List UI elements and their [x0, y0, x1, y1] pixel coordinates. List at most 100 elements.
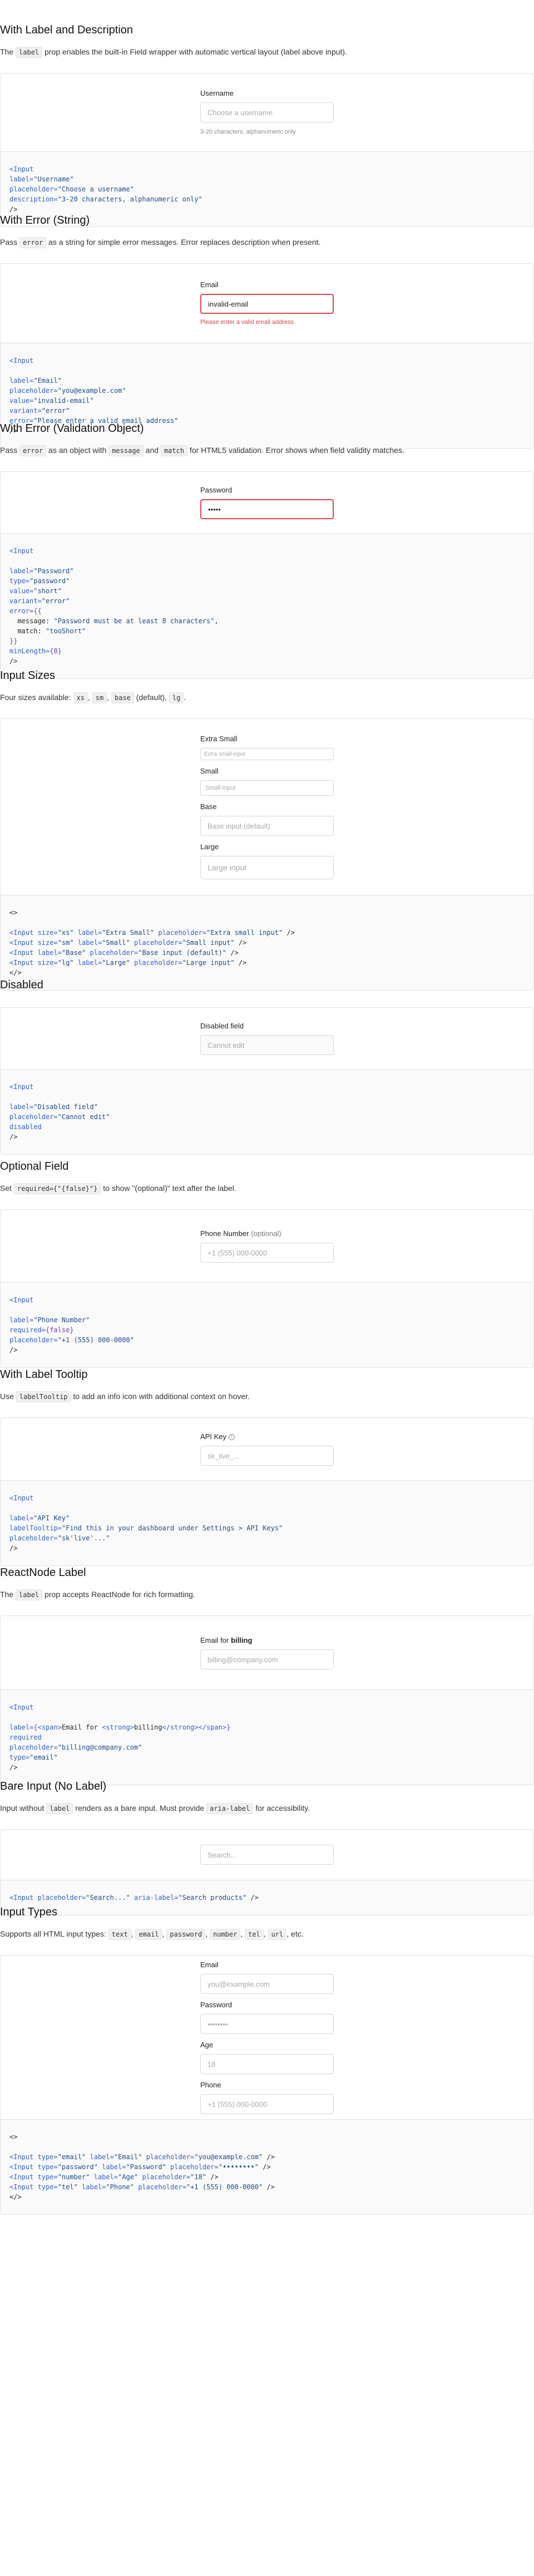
code-line: variant="error" [9, 406, 525, 416]
code-token: Email for [61, 1723, 102, 1731]
description-text: Use [0, 1392, 16, 1401]
code-line: value="invalid-email" [9, 396, 525, 406]
text-input[interactable] [200, 1035, 334, 1055]
description-text: renders as a bare input. Must provide [73, 1804, 207, 1812]
code-line: labelTooltip="Find this in your dashboar… [9, 1523, 525, 1533]
code-token: /> [9, 1133, 18, 1141]
description-text: for accessibility. [253, 1804, 310, 1812]
form-field: Email for billing [200, 1636, 334, 1669]
inline-code: lg [169, 692, 184, 703]
info-icon[interactable]: i [228, 1434, 235, 1440]
code-token: /> [238, 959, 247, 967]
field-label: Large [200, 843, 334, 851]
code-token: disabled [9, 1123, 42, 1131]
text-input[interactable] [200, 2054, 334, 2074]
inline-code: password [166, 1929, 206, 1940]
text-input[interactable] [200, 1649, 334, 1669]
section-title: Input Sizes [0, 669, 55, 682]
label-text: Disabled field [200, 1022, 244, 1030]
code-token: type= [37, 2153, 58, 2161]
description-text: . [184, 693, 186, 702]
text-input[interactable] [200, 294, 334, 314]
code-token: {false} [46, 1326, 74, 1334]
section-title: Disabled [0, 979, 43, 991]
code-token: "email" [29, 1754, 58, 1761]
code-line: <Input type="email" label="Email" placeh… [9, 2152, 525, 2162]
section-description: Use labelTooltip to add an info icon wit… [0, 1390, 534, 1403]
text-input[interactable] [200, 1446, 334, 1466]
code-token: "Base input (default)" [138, 949, 231, 957]
field-stack: Email Password Age Phone [200, 1961, 334, 2114]
code-line: placeholder="Cannot edit" [9, 1112, 525, 1122]
code-token: <strong> [102, 1723, 134, 1731]
section-error-string: With Error (String) Pass error as a strin… [0, 213, 534, 449]
field-label: Phone [200, 2081, 334, 2090]
text-input[interactable] [200, 102, 334, 122]
code-line: placeholder="+1 (555) 000-0000" [9, 1335, 525, 1345]
text-input[interactable] [200, 1243, 334, 1263]
section-reactnode: ReactNode Label The label prop accepts Re… [0, 1565, 534, 1785]
section-disabled: Disabled Disabled field <Input label="Disa… [0, 977, 534, 1155]
field-label: Extra Small [200, 735, 334, 743]
code-line: }} [9, 636, 525, 646]
code-line: <Input [9, 1493, 525, 1503]
section-bare: Bare Input (No Label) Input without label… [0, 1779, 534, 1915]
description-text: , etc. [286, 1929, 304, 1938]
form-field: Small [200, 767, 334, 796]
code-token: placeholder= [158, 929, 207, 937]
form-field: Password [200, 2001, 334, 2034]
code-token: <Input [9, 929, 38, 937]
code-line: message: "Password must be at least 8 ch… [9, 616, 525, 626]
code-line: /> [9, 1345, 525, 1355]
description-text: as a string for simple error messages. E… [46, 238, 321, 247]
text-input[interactable] [200, 2094, 334, 2114]
code-token: /> [250, 1894, 259, 1902]
label-text: Phone Number [200, 1229, 249, 1238]
code-token: "Small" [102, 939, 134, 947]
code-line: label="API Key" [9, 1513, 525, 1523]
form-field: Age [200, 2041, 334, 2074]
section-description: Four sizes available: xs, sm, base (defa… [0, 691, 534, 704]
code-token: "+1 (555) 000-0000" [186, 2183, 267, 2191]
label-text: Extra Small [200, 735, 238, 743]
field-label: Password [200, 486, 334, 495]
section-types: Input Types Supports all HTML input types… [0, 1904, 534, 2215]
demo-preview: Email Please enter a valid email address [0, 263, 534, 343]
code-token: label= [77, 959, 102, 967]
code-line: /> [9, 1762, 525, 1772]
code-token: "Age" [118, 2173, 142, 2181]
code-line: <Input label="Base" placeholder="Base in… [9, 948, 525, 958]
code-line: label="Disabled field" [9, 1102, 525, 1112]
form-field: Disabled field [200, 1022, 334, 1055]
code-token: placeholder= [134, 939, 182, 947]
code-sample: <Input label="Disabled field" placeholder… [0, 1070, 534, 1155]
inline-code: match [160, 445, 188, 456]
description-text: Pass [0, 238, 20, 247]
code-line: label="Username" [9, 174, 525, 184]
label-text: Password [200, 486, 233, 494]
description-text: prop accepts ReactNode for rich formatti… [42, 1590, 195, 1599]
text-input[interactable] [200, 2014, 334, 2034]
code-token: "Choose a username" [57, 185, 134, 193]
text-input[interactable] [200, 748, 334, 760]
text-input[interactable] [200, 780, 334, 796]
code-line: <Input placeholder="Search..." aria-labe… [9, 1893, 525, 1903]
text-input[interactable] [200, 1974, 334, 1994]
field-stack: Phone Number (optional) [200, 1229, 334, 1263]
section-title: ReactNode Label [0, 1567, 86, 1579]
text-input[interactable] [200, 499, 334, 519]
form-field: Base [200, 802, 334, 836]
description-text: The [0, 1590, 16, 1599]
code-token: "short" [33, 587, 62, 595]
code-line: variant="error" [9, 596, 525, 606]
text-input[interactable] [200, 856, 334, 879]
form-field: Password [200, 486, 334, 519]
code-token: placeholder= [170, 2163, 219, 2171]
section-tooltip: With Label Tooltip Use labelTooltip to ad… [0, 1367, 534, 1566]
code-token: "3-20 characters, alphanumeric only" [57, 195, 202, 203]
label-text: Email [200, 1961, 219, 1969]
text-input[interactable] [200, 1845, 334, 1865]
text-input[interactable] [200, 816, 334, 836]
inline-code: xs [73, 692, 88, 703]
